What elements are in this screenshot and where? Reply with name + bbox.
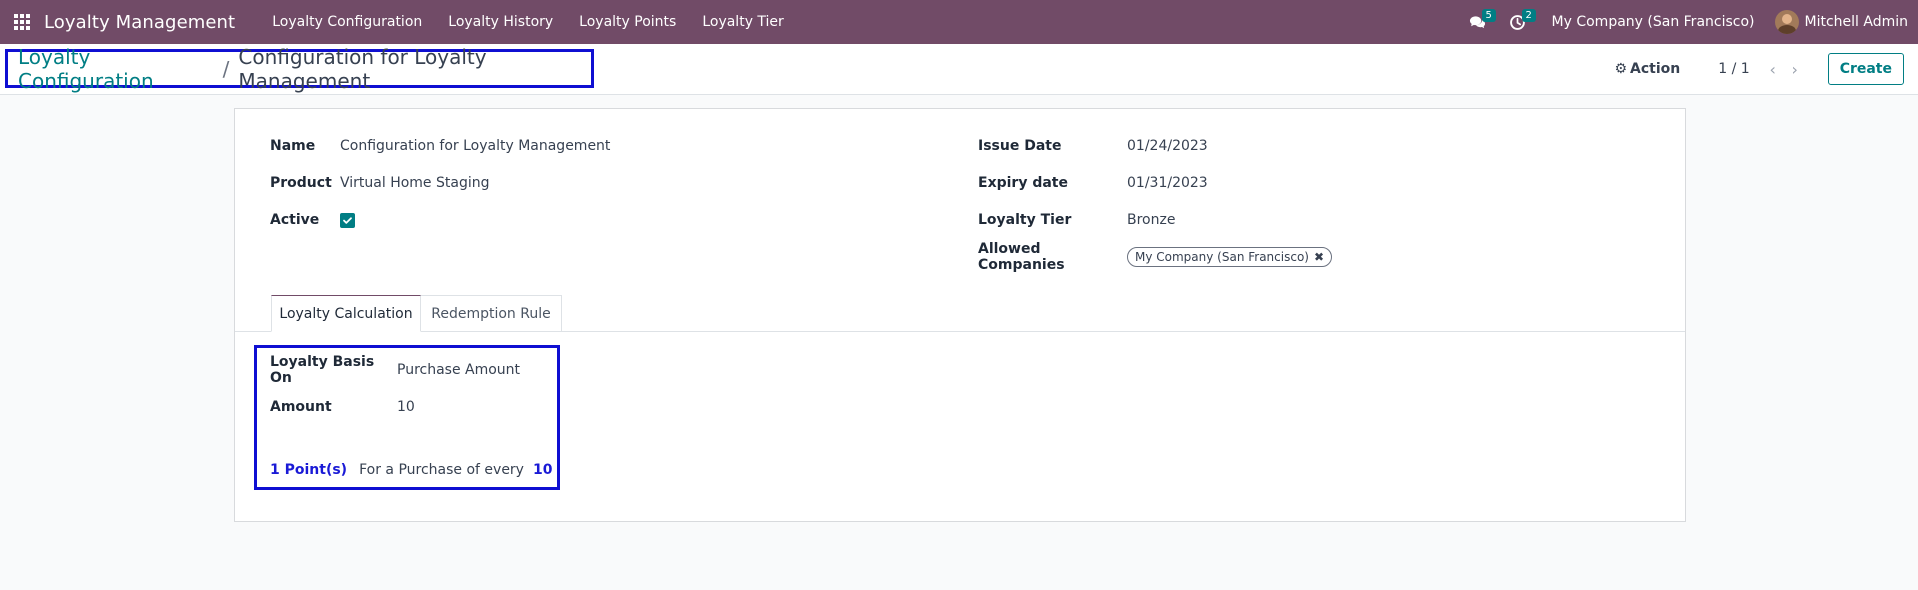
breadcrumb-parent-link[interactable]: Loyalty Configuration xyxy=(18,45,214,93)
top-navbar: Loyalty Management Loyalty Configuration… xyxy=(0,0,1918,44)
chevron-right-icon: › xyxy=(1791,59,1798,79)
field-expiry-date: Expiry date 01/31/2023 xyxy=(978,173,1208,193)
company-tag[interactable]: My Company (San Francisco) ✖ xyxy=(1127,247,1333,267)
active-label: Active xyxy=(270,212,320,228)
issue-date-value[interactable]: 01/24/2023 xyxy=(1127,138,1208,154)
tab-redemption-rule[interactable]: Redemption Rule xyxy=(421,295,562,332)
loyalty-tier-label: Loyalty Tier xyxy=(978,212,1072,228)
chevron-left-icon: ‹ xyxy=(1769,59,1776,79)
navbar-systray: 5 2 My Company (San Francisco) Mitchell … xyxy=(1458,0,1918,44)
menu-item-loyalty-history[interactable]: Loyalty History xyxy=(435,0,566,44)
field-amount: Amount 10 xyxy=(270,397,415,417)
field-issue-date: Issue Date 01/24/2023 xyxy=(978,136,1208,156)
avatar xyxy=(1774,10,1799,34)
breadcrumb-separator: / xyxy=(222,56,230,81)
tab-loyalty-calculation[interactable]: Loyalty Calculation xyxy=(271,295,421,332)
allowed-companies-label: Allowed Companies xyxy=(978,241,1065,273)
app-title[interactable]: Loyalty Management xyxy=(44,12,235,33)
field-loyalty-basis: Loyalty Basis On Purchase Amount xyxy=(270,354,520,386)
active-checkbox[interactable] xyxy=(340,212,355,228)
issue-date-label: Issue Date xyxy=(978,138,1062,154)
menu-item-loyalty-tier[interactable]: Loyalty Tier xyxy=(689,0,796,44)
menu-item-loyalty-points[interactable]: Loyalty Points xyxy=(566,0,689,44)
user-name: Mitchell Admin xyxy=(1804,14,1909,30)
name-value[interactable]: Configuration for Loyalty Management xyxy=(340,138,610,154)
breadcrumb: Loyalty Configuration / Configuration fo… xyxy=(5,45,594,93)
breadcrumb-current: Configuration for Loyalty Management xyxy=(238,44,487,93)
create-button[interactable]: Create xyxy=(1827,53,1904,85)
expiry-date-value[interactable]: 01/31/2023 xyxy=(1127,175,1208,191)
pager-value[interactable]: 1 / 1 xyxy=(1718,61,1749,77)
pager-next-button[interactable]: › xyxy=(1784,60,1806,79)
field-product: Product Virtual Home Staging xyxy=(270,173,489,193)
points-text: 1 Point(s) xyxy=(270,462,348,478)
field-loyalty-tier: Loyalty Tier Bronze xyxy=(978,210,1175,230)
form-sheet: Name Configuration for Loyalty Managemen… xyxy=(234,108,1686,522)
action-menu-button[interactable]: ⚙ Action xyxy=(1614,61,1680,77)
menu-item-loyalty-configuration[interactable]: Loyalty Configuration xyxy=(259,0,435,44)
gear-icon: ⚙ xyxy=(1614,61,1628,77)
company-tag-label: My Company (San Francisco) xyxy=(1135,250,1309,264)
amount-label: Amount xyxy=(270,399,332,415)
close-icon[interactable]: ✖ xyxy=(1314,250,1324,264)
control-panel-actions: ⚙ Action 1 / 1 ‹ › Create xyxy=(1614,53,1904,85)
name-label: Name xyxy=(270,138,316,154)
purchase-value: 10 xyxy=(532,462,553,478)
company-switcher[interactable]: My Company (San Francisco) xyxy=(1538,14,1775,30)
control-panel: Loyalty Configuration / Configuration fo… xyxy=(0,44,1918,95)
points-rule-summary: 1 Point(s) For a Purchase of every 10 xyxy=(270,460,552,480)
amount-value[interactable]: 10 xyxy=(397,399,415,415)
field-active: Active xyxy=(270,210,355,230)
product-label: Product xyxy=(270,175,332,191)
loyalty-basis-value[interactable]: Purchase Amount xyxy=(397,362,520,378)
action-label: Action xyxy=(1630,61,1681,77)
user-menu[interactable]: Mitchell Admin xyxy=(1774,10,1918,34)
checkmark-icon xyxy=(343,216,352,224)
activities-button[interactable]: 2 xyxy=(1498,0,1538,44)
apps-grid-icon[interactable] xyxy=(0,0,44,44)
activities-count-badge: 2 xyxy=(1521,9,1536,22)
loyalty-basis-label: Loyalty Basis On xyxy=(270,354,375,386)
purchase-text: For a Purchase of every xyxy=(359,462,524,478)
field-allowed-companies: Allowed Companies My Company (San Franci… xyxy=(978,241,1333,273)
expiry-date-label: Expiry date xyxy=(978,175,1068,191)
loyalty-tier-value[interactable]: Bronze xyxy=(1127,212,1175,228)
messages-count-badge: 5 xyxy=(1481,9,1496,22)
messages-button[interactable]: 5 xyxy=(1458,0,1498,44)
pager-previous-button[interactable]: ‹ xyxy=(1762,60,1784,79)
field-name: Name Configuration for Loyalty Managemen… xyxy=(270,136,610,156)
main-menu: Loyalty Configuration Loyalty History Lo… xyxy=(259,0,797,44)
product-value[interactable]: Virtual Home Staging xyxy=(340,175,489,191)
